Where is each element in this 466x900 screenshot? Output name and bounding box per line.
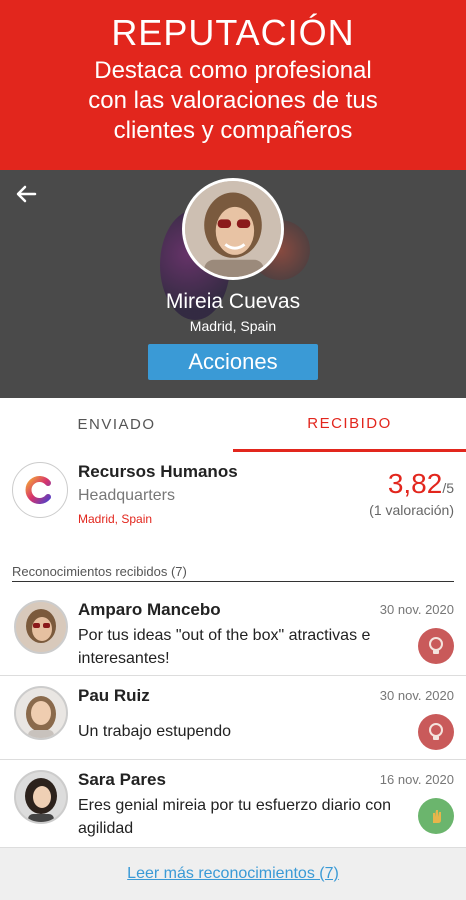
- hand-icon: [418, 798, 454, 834]
- footer-bar: Leer más reconocimientos (7): [0, 848, 466, 900]
- avatar: [14, 600, 68, 654]
- lightbulb-icon: [418, 714, 454, 750]
- profile-header: Mireia Cuevas Madrid, Spain Acciones: [0, 170, 466, 398]
- list-item[interactable]: Amparo Mancebo 30 nov. 2020 Por tus idea…: [0, 590, 466, 676]
- list-item[interactable]: Pau Ruiz 30 nov. 2020 Un trabajo estupen…: [0, 676, 466, 760]
- recognition-message: Un trabajo estupendo: [78, 723, 231, 740]
- promo-subtitle-line: con las valoraciones de tus: [88, 87, 378, 114]
- tab-received[interactable]: RECIBIDO: [233, 398, 466, 452]
- promo-banner: REPUTACIÓN Destaca como profesional con …: [0, 0, 466, 170]
- rating-max: /5: [442, 480, 454, 496]
- back-button[interactable]: [12, 180, 40, 208]
- promo-title: REPUTACIÓN: [111, 12, 355, 53]
- recognition-date: 16 nov. 2020: [379, 772, 454, 787]
- promo-subtitle-line: Destaca como profesional: [94, 57, 372, 84]
- promo-subtitle: Destaca como profesional con las valorac…: [0, 56, 466, 146]
- avatar: [14, 770, 68, 824]
- rating-value: 3,82: [387, 468, 443, 499]
- section-label: Reconocimientos recibidos (7): [12, 564, 454, 582]
- tab-bar: ENVIADO RECIBIDO: [0, 398, 466, 452]
- recognition-author: Pau Ruiz: [78, 686, 150, 705]
- recognition-author: Sara Pares: [78, 770, 166, 789]
- company-name: Recursos Humanos: [78, 462, 238, 481]
- rating: 3,82/5: [388, 468, 454, 500]
- rating-count: (1 valoración): [369, 502, 454, 518]
- recognition-date: 30 nov. 2020: [379, 688, 454, 703]
- company-card[interactable]: Recursos Humanos Headquarters Madrid, Sp…: [0, 452, 466, 552]
- list-item[interactable]: Sara Pares 16 nov. 2020 Eres genial mire…: [0, 760, 466, 848]
- actions-button[interactable]: Acciones: [148, 344, 318, 380]
- profile-location: Madrid, Spain: [189, 318, 277, 334]
- promo-subtitle-line: clientes y compañeros: [113, 117, 353, 144]
- lightbulb-icon: [418, 628, 454, 664]
- avatar: [14, 686, 68, 740]
- recognition-message: Por tus ideas "out of the box" atractiva…: [78, 627, 371, 667]
- company-location: Madrid, Spain: [78, 512, 153, 526]
- company-logo: [12, 462, 68, 518]
- company-subtitle: Headquarters: [78, 487, 175, 504]
- profile-avatar: [182, 178, 284, 280]
- tab-sent[interactable]: ENVIADO: [0, 398, 233, 452]
- profile-name: Mireia Cuevas: [165, 290, 301, 313]
- recognition-author: Amparo Mancebo: [78, 600, 221, 619]
- recognition-message: Eres genial mireia por tu esfuerzo diari…: [78, 797, 392, 837]
- read-more-link[interactable]: Leer más reconocimientos (7): [127, 865, 339, 882]
- arrow-left-icon: [16, 185, 37, 203]
- recognition-date: 30 nov. 2020: [379, 602, 454, 617]
